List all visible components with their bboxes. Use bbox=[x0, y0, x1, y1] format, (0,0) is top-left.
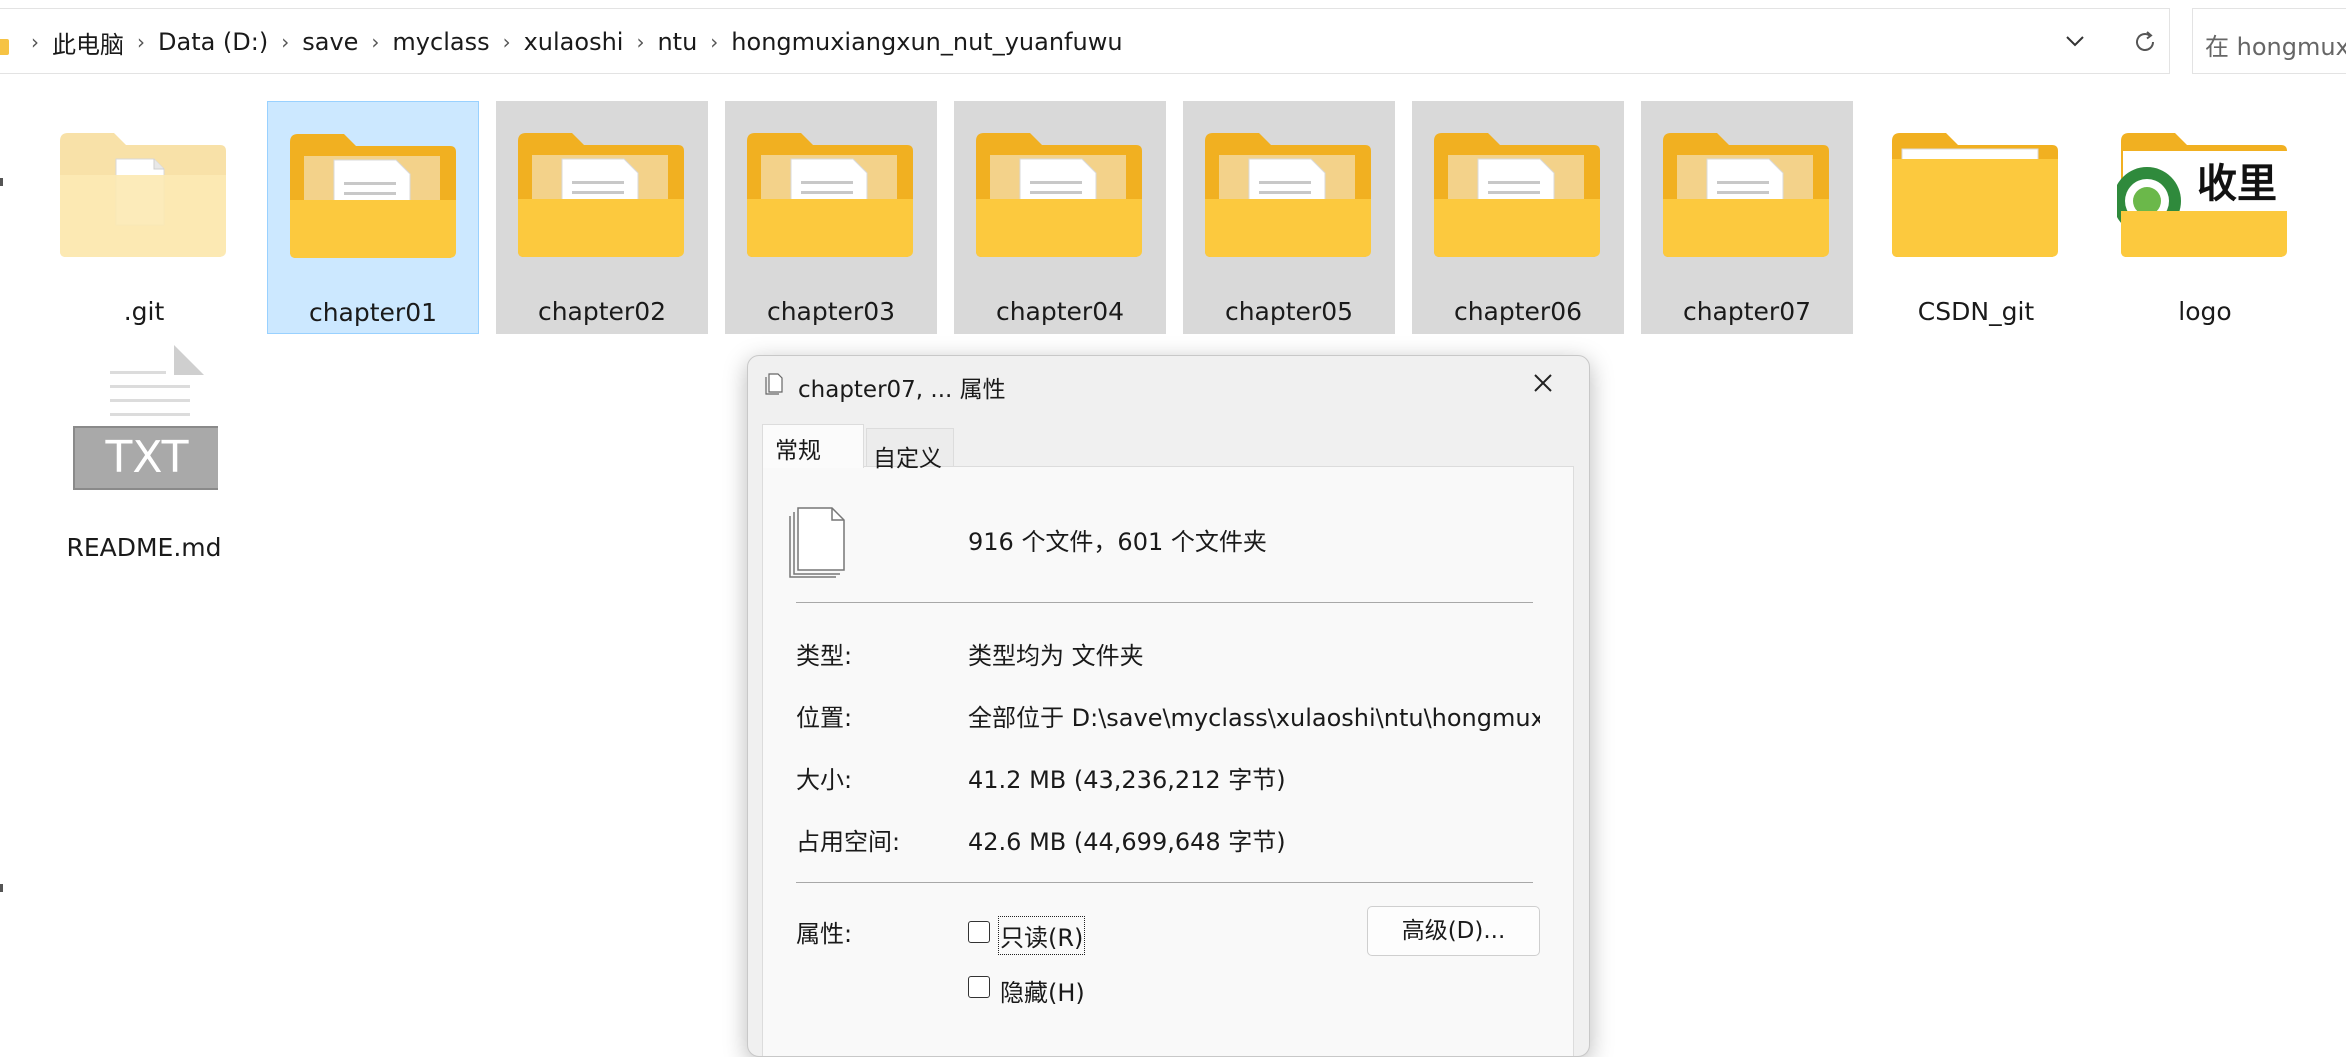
multi-document-icon bbox=[789, 507, 845, 578]
breadcrumb-myclass[interactable]: myclass bbox=[388, 28, 493, 56]
file-name: chapter02 bbox=[537, 297, 667, 326]
divider bbox=[796, 602, 1533, 603]
size-value: 41.2 MB (43,236,212 字节) bbox=[968, 766, 1286, 794]
file-name: chapter07 bbox=[1682, 297, 1812, 326]
readonly-checkbox[interactable] bbox=[968, 921, 990, 943]
divider bbox=[796, 882, 1533, 883]
size-on-disk-value: 42.6 MB (44,699,648 字节) bbox=[968, 828, 1286, 856]
chevron-right-icon[interactable]: › bbox=[362, 30, 388, 54]
multi-document-icon bbox=[765, 373, 783, 395]
chevron-right-icon[interactable]: › bbox=[22, 30, 48, 54]
properties-dialog: chapter07, ... 属性 常规 自定义 916 个文件，601 个文件… bbox=[747, 355, 1590, 1057]
folder-chapter01[interactable]: chapter01 bbox=[267, 101, 479, 334]
address-bar[interactable]: › 此电脑 › Data (D:) › save › myclass › xul… bbox=[0, 8, 2170, 74]
file-name: .git bbox=[123, 297, 165, 326]
type-value: 类型均为 文件夹 bbox=[968, 642, 1144, 670]
tab-general[interactable]: 常规 bbox=[762, 424, 864, 468]
breadcrumb-ntu[interactable]: ntu bbox=[653, 28, 701, 56]
folder-chapter04[interactable]: chapter04 bbox=[954, 101, 1166, 334]
file-name: chapter03 bbox=[766, 297, 896, 326]
size-label: 大小: bbox=[796, 766, 853, 794]
breadcrumb-save[interactable]: save bbox=[298, 28, 362, 56]
file-name: README.md bbox=[66, 533, 222, 562]
location-value: 全部位于 D:\save\myclass\xulaoshi\ntu\hongmu… bbox=[968, 704, 1540, 732]
folder-icon: 收里 bbox=[2117, 133, 2287, 257]
folder-csdn-git[interactable]: CSDN_git bbox=[1870, 101, 2082, 334]
scroll-marker bbox=[0, 178, 3, 186]
file-name: chapter04 bbox=[995, 297, 1125, 326]
file-name: CSDN_git bbox=[1917, 297, 2035, 326]
refresh-icon[interactable] bbox=[2132, 29, 2158, 55]
chevron-right-icon[interactable]: › bbox=[627, 30, 653, 54]
folder-chapter03[interactable]: chapter03 bbox=[725, 101, 937, 334]
advanced-button[interactable]: 高级(D)... bbox=[1367, 906, 1540, 956]
size-on-disk-label: 占用空间: bbox=[796, 828, 901, 856]
folder-chapter06[interactable]: chapter06 bbox=[1412, 101, 1624, 334]
chevron-right-icon[interactable]: › bbox=[701, 30, 727, 54]
selection-summary: 916 个文件，601 个文件夹 bbox=[968, 528, 1267, 556]
folder-chapter05[interactable]: chapter05 bbox=[1183, 101, 1395, 334]
attributes-label: 属性: bbox=[796, 920, 853, 948]
folder-icon bbox=[1663, 133, 1829, 257]
chevron-down-icon[interactable] bbox=[2063, 29, 2087, 53]
txt-file-icon: TXT bbox=[73, 345, 218, 497]
folder-icon bbox=[60, 133, 226, 257]
location-label: 位置: bbox=[796, 704, 853, 732]
file-name: chapter05 bbox=[1224, 297, 1354, 326]
search-placeholder: 在 hongmux bbox=[2205, 33, 2346, 61]
hidden-checkbox[interactable] bbox=[968, 976, 990, 998]
search-input[interactable]: 在 hongmux bbox=[2192, 8, 2346, 74]
scroll-marker bbox=[0, 884, 3, 892]
chevron-right-icon[interactable]: › bbox=[128, 30, 154, 54]
breadcrumb: › 此电脑 › Data (D:) › save › myclass › xul… bbox=[22, 9, 1127, 75]
txt-label: TXT bbox=[104, 432, 188, 483]
folder-icon bbox=[518, 133, 684, 257]
breadcrumb-xulaoshi[interactable]: xulaoshi bbox=[520, 28, 628, 56]
tab-custom[interactable]: 自定义 bbox=[866, 428, 954, 472]
chevron-right-icon[interactable]: › bbox=[494, 30, 520, 54]
file-name: chapter01 bbox=[308, 298, 438, 327]
file-name: chapter06 bbox=[1453, 297, 1583, 326]
folder-icon bbox=[1434, 133, 1600, 257]
folder-icon bbox=[1892, 133, 2058, 257]
folder-icon bbox=[747, 133, 913, 257]
folder-icon bbox=[1205, 133, 1371, 257]
hidden-label[interactable]: 隐藏(H) bbox=[1000, 973, 1085, 1008]
close-icon[interactable] bbox=[1526, 366, 1560, 400]
breadcrumb-this-pc[interactable]: 此电脑 bbox=[48, 25, 128, 60]
chevron-right-icon[interactable]: › bbox=[272, 30, 298, 54]
file-readme[interactable]: TXT README.md bbox=[38, 337, 250, 570]
folder-logo[interactable]: 收里 logo bbox=[2099, 101, 2311, 334]
folder-git[interactable]: .git bbox=[38, 101, 250, 334]
folder-icon bbox=[0, 39, 9, 55]
logo-thumbnail-text: 收里 bbox=[2197, 161, 2277, 207]
breadcrumb-current-folder[interactable]: hongmuxiangxun_nut_yuanfuwu bbox=[727, 28, 1126, 56]
folder-icon bbox=[976, 133, 1142, 257]
folder-chapter07[interactable]: chapter07 bbox=[1641, 101, 1853, 334]
folder-icon bbox=[290, 134, 456, 258]
folder-chapter02[interactable]: chapter02 bbox=[496, 101, 708, 334]
type-label: 类型: bbox=[796, 642, 853, 670]
file-name: logo bbox=[2178, 297, 2232, 326]
breadcrumb-data-drive[interactable]: Data (D:) bbox=[154, 28, 272, 56]
dialog-title: chapter07, ... 属性 bbox=[798, 377, 1006, 403]
readonly-label[interactable]: 只读(R) bbox=[997, 916, 1086, 955]
